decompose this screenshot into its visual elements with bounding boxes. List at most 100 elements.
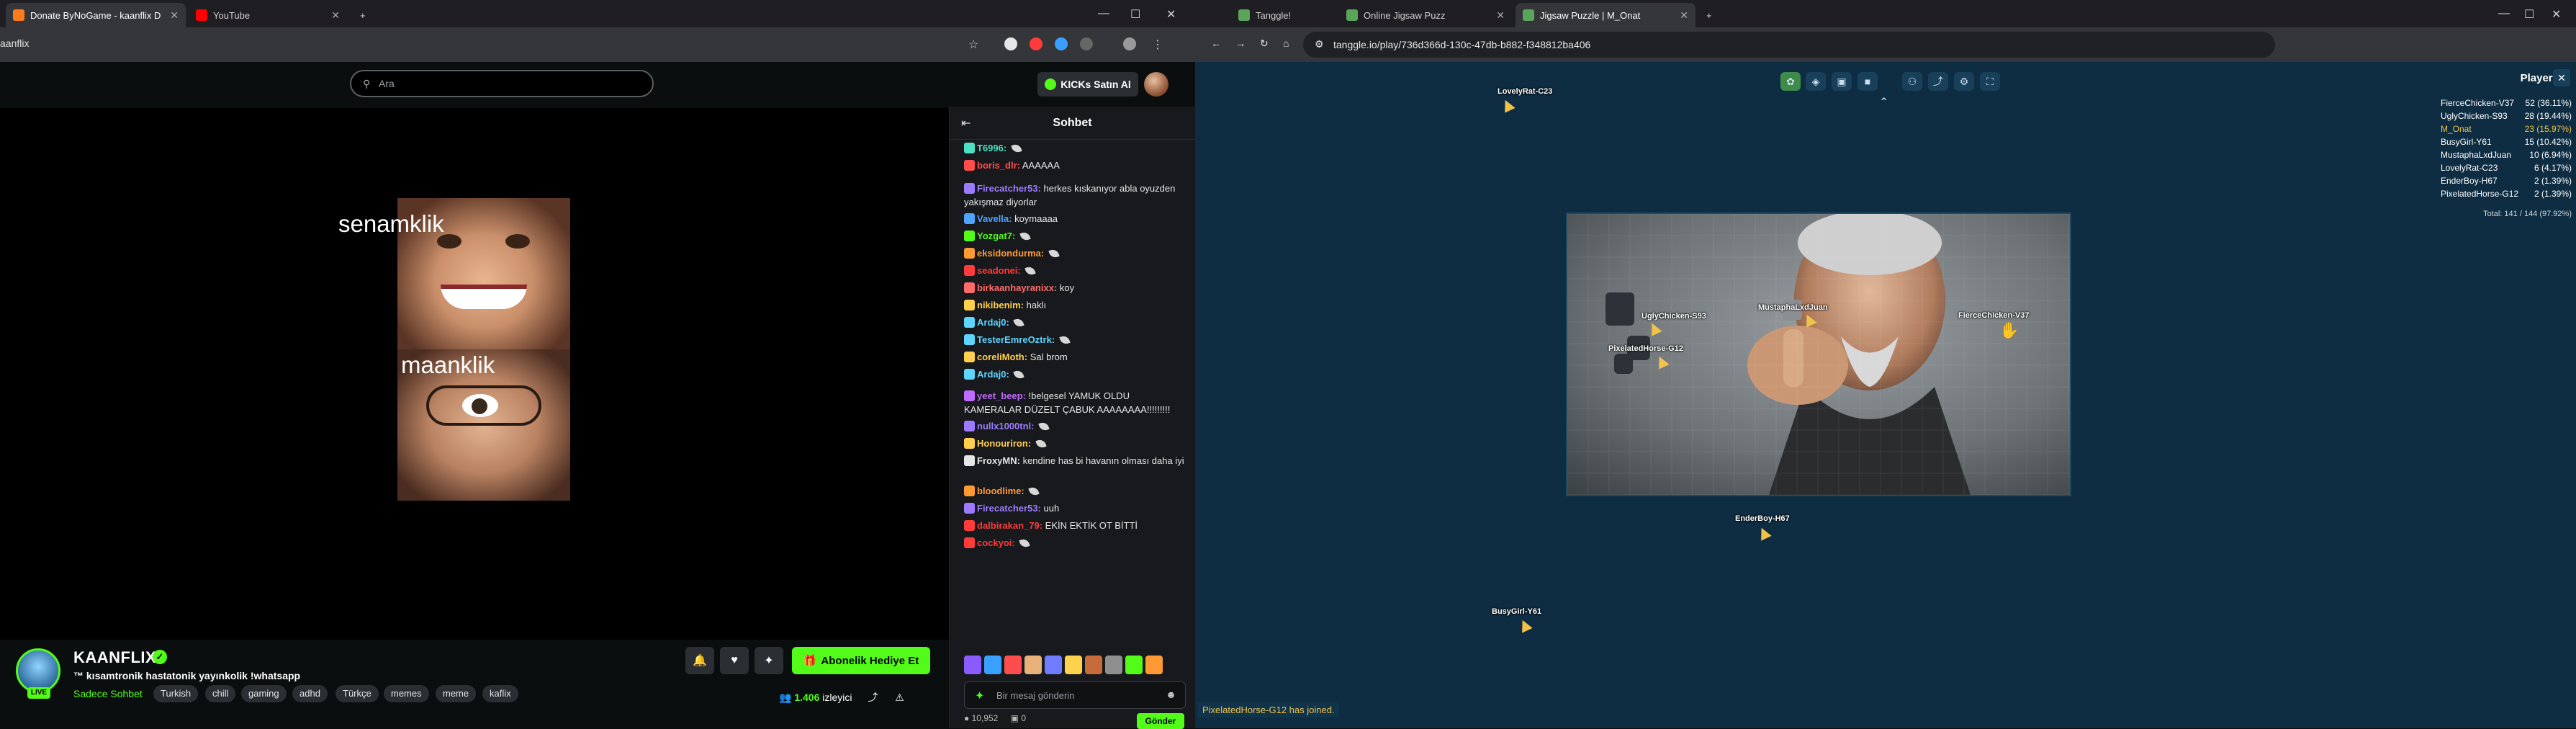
emote-icon[interactable] <box>1145 656 1163 674</box>
chat-username[interactable]: nikibenim: <box>977 300 1024 310</box>
chat-username[interactable]: nullx1000tnl: <box>977 421 1034 431</box>
maximize-icon[interactable]: ☐ <box>1130 7 1140 22</box>
stream-video[interactable]: senamklik maanklik <box>0 108 949 640</box>
share-icon[interactable]: ⤴ <box>868 692 878 703</box>
follow-heart-button[interactable]: ♥ <box>720 647 749 674</box>
maximize-icon[interactable]: ☐ <box>2524 7 2534 22</box>
tag-pill[interactable]: chill <box>205 685 236 702</box>
minimize-icon[interactable]: — <box>2498 7 2510 20</box>
forward-icon[interactable]: → <box>1235 37 1246 49</box>
chat-username[interactable]: dalbirakan_79: <box>977 520 1042 531</box>
chat-username[interactable]: FroxyMN: <box>977 455 1020 466</box>
notification-bell-button[interactable]: 🔔 <box>685 647 714 674</box>
emoji-picker-icon[interactable]: ☻ <box>1166 689 1176 700</box>
tag-pill[interactable]: gaming <box>241 685 287 702</box>
extension-icon[interactable] <box>1055 37 1068 50</box>
url-text[interactable]: aanflix <box>0 37 29 49</box>
puzzle-game-area[interactable]: ✿ ◈ ▣ ■ ⚇ ⤴ ⚙ ⛶ ⌃ LovelyRat-C23 UglyChic… <box>1195 62 2576 728</box>
settings-gear-icon[interactable]: ⚙ <box>1954 72 1974 91</box>
players-icon[interactable]: ⚇ <box>1902 72 1922 91</box>
emote-icon[interactable] <box>1085 656 1102 674</box>
chat-username[interactable]: T6996: <box>977 143 1006 153</box>
loose-puzzle-piece[interactable] <box>1606 292 1634 326</box>
tag-pill[interactable]: Turkish <box>153 685 199 702</box>
share-icon[interactable]: ⤴ <box>1928 72 1948 91</box>
emote-icon[interactable] <box>1004 656 1022 674</box>
extension-icon[interactable] <box>1030 37 1042 50</box>
background-color-icon[interactable]: ■ <box>1857 72 1878 91</box>
extension-icon[interactable] <box>1004 37 1017 50</box>
emote-icon[interactable] <box>964 656 981 674</box>
gift-icon-button[interactable]: ✦ <box>755 647 783 674</box>
close-tab-icon[interactable]: ✕ <box>170 9 179 22</box>
puzzle-extensions-icon[interactable] <box>1080 37 1093 50</box>
chat-username[interactable]: Honouriron: <box>977 438 1031 449</box>
home-icon[interactable]: ⌂ <box>1283 37 1289 49</box>
minimize-icon[interactable]: — <box>1098 7 1109 20</box>
back-icon[interactable]: ← <box>1211 37 1221 49</box>
tag-pill[interactable]: memes <box>384 685 429 702</box>
menu-kebab-icon[interactable]: ⋮ <box>1152 37 1165 51</box>
emote-icon[interactable] <box>1045 656 1062 674</box>
close-players-icon[interactable]: ✕ <box>2553 69 2570 86</box>
tab-tanggle[interactable]: Tanggle! <box>1231 3 1339 27</box>
site-info-icon[interactable]: ⚙ <box>1315 38 1324 50</box>
close-window-icon[interactable]: ✕ <box>1166 7 1176 22</box>
loose-puzzle-piece[interactable] <box>1614 354 1633 374</box>
chat-username[interactable]: bloodlime: <box>977 486 1024 496</box>
chat-username[interactable]: Yozgat7: <box>977 231 1015 241</box>
fullscreen-icon[interactable]: ⛶ <box>1980 72 2000 91</box>
tag-pill[interactable]: Türkçe <box>335 685 379 702</box>
chat-username[interactable]: yeet_beep: <box>977 390 1026 401</box>
emote-icon[interactable] <box>1024 656 1042 674</box>
new-tab-button[interactable]: + <box>1699 3 1721 27</box>
channel-name[interactable]: KAANFLIX <box>73 648 156 667</box>
chat-message-input[interactable]: ✦ Bir mesaj gönderin ☻ <box>964 681 1186 709</box>
url-input[interactable]: ⚙ tanggle.io/play/736d366d-130c-47db-b88… <box>1303 32 2275 58</box>
chat-username[interactable]: Ardaj0: <box>977 369 1009 380</box>
close-tab-icon[interactable]: ✕ <box>1680 9 1688 22</box>
tag-pill[interactable]: kaflix <box>482 685 518 702</box>
chat-username[interactable]: seadonei: <box>977 265 1021 276</box>
bookmark-star-icon[interactable]: ☆ <box>968 37 981 51</box>
tab-jigsaw-puzzle[interactable]: Jigsaw Puzzle | M_Onat ✕ <box>1516 3 1695 27</box>
chat-username[interactable]: Vavella: <box>977 213 1012 224</box>
emote-icon[interactable] <box>1065 656 1082 674</box>
chat-username[interactable]: Ardaj0: <box>977 317 1009 328</box>
channel-avatar[interactable] <box>16 648 60 693</box>
tab-online-jigsaw[interactable]: Online Jigsaw Puzz ✕ <box>1339 3 1512 27</box>
kicks-sparkle-icon[interactable]: ✦ <box>975 689 984 703</box>
emote-icon[interactable] <box>1105 656 1122 674</box>
chat-username[interactable]: birkaanhayranixx: <box>977 282 1057 293</box>
chat-username[interactable]: coreliMoth: <box>977 352 1027 362</box>
chat-username[interactable]: Firecatcher53: <box>977 183 1041 194</box>
close-tab-icon[interactable]: ✕ <box>1496 9 1505 22</box>
emote-icon[interactable] <box>1125 656 1143 674</box>
reload-icon[interactable]: ↻ <box>1260 37 1269 50</box>
close-window-icon[interactable]: ✕ <box>2552 7 2561 22</box>
tab-donate[interactable]: Donate ByNoGame - kaanflix D ✕ <box>6 3 186 27</box>
report-icon[interactable]: ⚠ <box>895 692 904 703</box>
chat-username[interactable]: TesterEmreOztrk: <box>977 334 1055 345</box>
chat-username[interactable]: cockyoi: <box>977 537 1015 548</box>
chat-username[interactable]: Firecatcher53: <box>977 503 1041 514</box>
send-chat-button[interactable]: Gönder <box>1137 713 1184 729</box>
chat-settings-icon[interactable]: ▣ <box>1011 713 1022 723</box>
chat-username[interactable]: eksidondurma: <box>977 248 1044 259</box>
tab-youtube[interactable]: YouTube ✕ <box>189 3 347 27</box>
search-input[interactable]: ⚲ Ara <box>350 70 654 97</box>
gift-subscription-button[interactable]: 🎁 Abonelik Hediye Et <box>792 647 930 674</box>
stream-category[interactable]: Sadece Sohbet <box>73 688 143 699</box>
user-avatar[interactable] <box>1144 72 1168 97</box>
collapse-toolbar-icon[interactable]: ⌃ <box>1879 95 1888 109</box>
close-tab-icon[interactable]: ✕ <box>331 9 340 22</box>
profile-icon[interactable] <box>1123 37 1136 50</box>
tag-pill[interactable]: adhd <box>292 685 328 702</box>
chat-username[interactable]: boris_dlr: <box>977 160 1020 171</box>
tag-pill[interactable]: meme <box>436 685 477 702</box>
new-tab-button[interactable]: + <box>353 3 374 27</box>
edges-filter-icon[interactable]: ◈ <box>1806 72 1826 91</box>
puzzle-logo-icon[interactable]: ✿ <box>1780 72 1801 91</box>
preview-image-icon[interactable]: ▣ <box>1832 72 1852 91</box>
emote-icon[interactable] <box>984 656 1001 674</box>
